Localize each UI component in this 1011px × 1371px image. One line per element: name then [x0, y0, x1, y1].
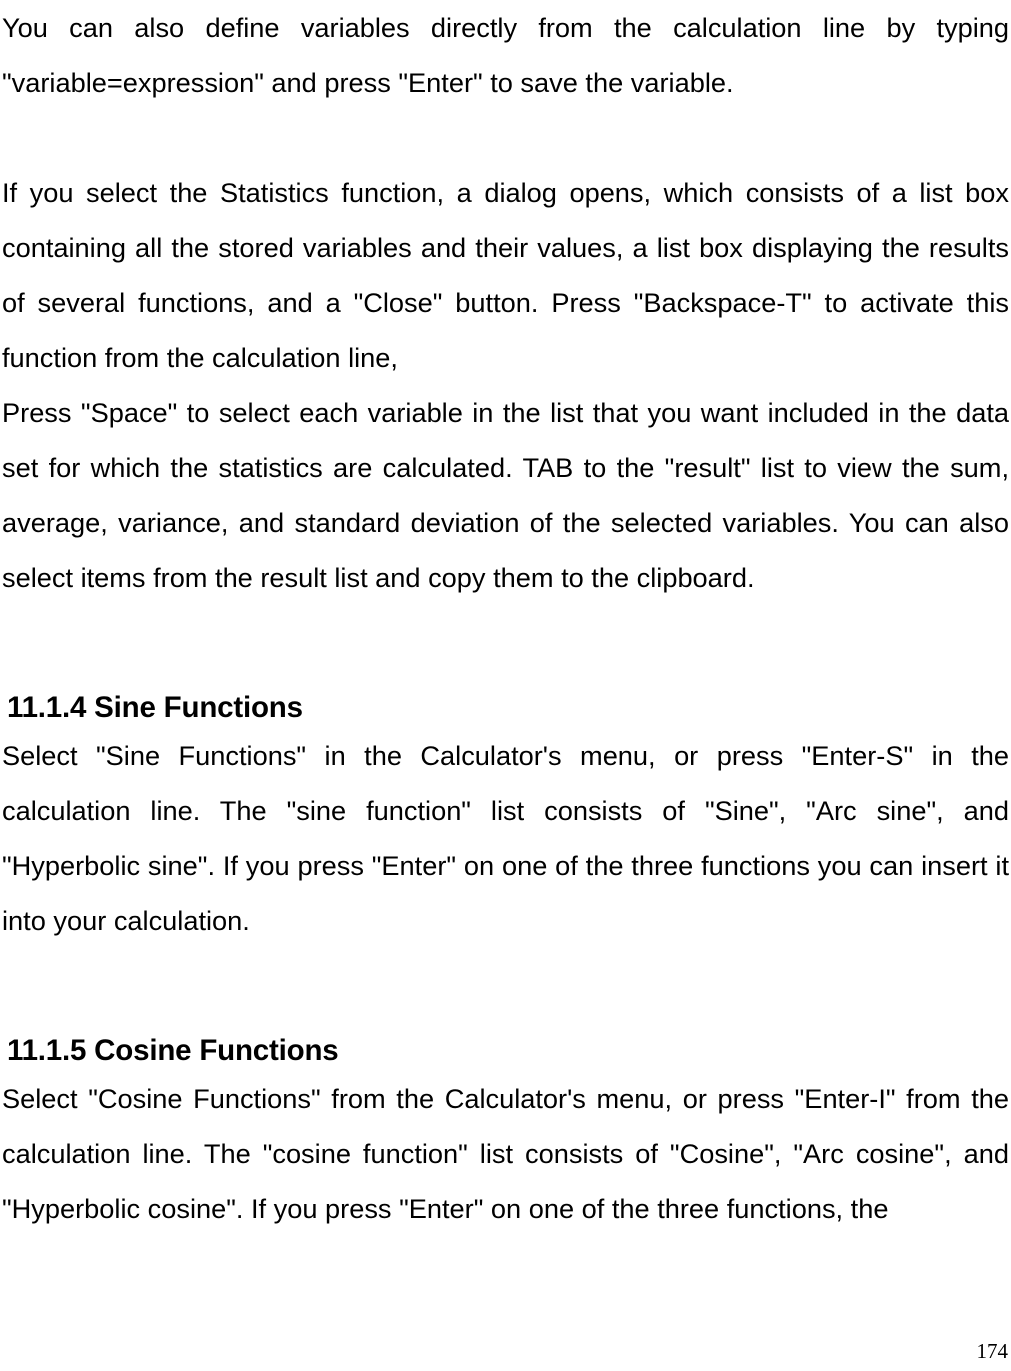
paragraph-cosine-functions: Select "Cosine Functions" from the Calcu…	[2, 1083, 1009, 1224]
section-spacer-cosine	[2, 948, 1009, 1003]
section-spacer-sine	[2, 605, 1009, 660]
document-page: You can also define variables directly f…	[0, 0, 1011, 1371]
paragraph-space-select: Press "Space" to select each variable in…	[2, 397, 1009, 593]
page-content: You can also define variables directly f…	[2, 0, 1009, 1236]
heading-cosine-functions: 11.1.5 Cosine Functions	[7, 1034, 339, 1067]
page-number: 174	[976, 1339, 1009, 1363]
paragraph-sine-functions: Select "Sine Functions" in the Calculato…	[2, 740, 1009, 936]
paragraph-statistics: If you select the Statistics function, a…	[2, 177, 1009, 373]
heading-sine-functions: 11.1.4 Sine Functions	[7, 691, 303, 724]
section-spacer-sine-extra	[2, 660, 1009, 688]
paragraph-variables: You can also define variables directly f…	[2, 12, 1009, 98]
section-spacer-cosine-extra	[2, 1003, 1009, 1031]
